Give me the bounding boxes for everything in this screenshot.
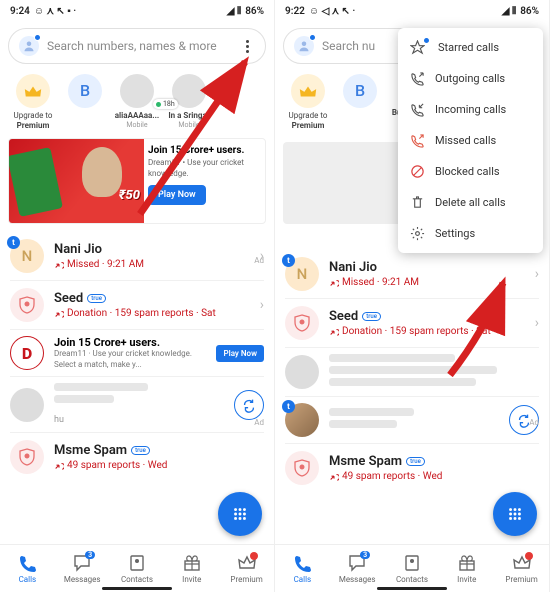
left-pane: 9:24☺ ⋏ ↖ ▪ · ◢ ⫴86% Search numbers, nam…: [0, 0, 275, 592]
profile-icon[interactable]: [19, 36, 39, 56]
chevron-right-icon: ›: [260, 248, 264, 264]
promo-image: ₹50: [9, 139, 144, 223]
missed-call-icon: [410, 133, 425, 148]
ad-label: Ad: [254, 418, 264, 427]
nav-invite[interactable]: Invite: [442, 554, 492, 584]
stories-row: Upgrade toPremium B 18haliaAAAaa...Mobil…: [0, 70, 274, 136]
menu-settings[interactable]: Settings: [398, 218, 543, 249]
clock: 9:24: [10, 6, 30, 17]
call-row[interactable]: Msme Spamtrue 49 spam reports · Wed: [0, 433, 274, 481]
dialpad-fab[interactable]: [218, 492, 262, 536]
avatar: t: [285, 403, 319, 437]
avatar: [10, 440, 44, 474]
nav-premium[interactable]: Premium: [222, 554, 272, 584]
incoming-call-icon: [410, 102, 425, 117]
call-row[interactable]: Nt Nani Jio Missed · 9:21 AM ›: [275, 250, 549, 298]
profile-icon[interactable]: [294, 36, 314, 56]
contact-name: Seed: [54, 291, 83, 306]
story-contact[interactable]: B: [335, 74, 385, 111]
search-placeholder: Search numbers, names & more: [47, 39, 231, 53]
contact-name: Nani Jio: [54, 242, 250, 257]
missed-call-icon: [54, 461, 64, 471]
ad-label: Ad: [529, 418, 539, 427]
menu-starred-calls[interactable]: Starred calls: [398, 32, 543, 63]
call-row[interactable]: Seedtrue Donation · 159 spam reports · S…: [275, 299, 549, 347]
nav-contacts[interactable]: Contacts: [387, 554, 437, 584]
inline-ad[interactable]: [275, 348, 549, 396]
call-row[interactable]: hu: [0, 377, 274, 432]
block-icon: [410, 164, 425, 179]
spam-shield-icon: [18, 296, 36, 314]
avatar: Nt: [285, 257, 319, 291]
missed-call-icon: [54, 309, 64, 319]
nav-messages[interactable]: 3Messages: [332, 554, 382, 584]
nav-calls[interactable]: Calls: [277, 554, 327, 584]
avatar: Nt: [10, 239, 44, 273]
call-row[interactable]: Nt Nani Jio Missed · 9:21 AM ›: [0, 232, 274, 280]
call-row[interactable]: Seedtrue Donation · 159 spam reports · S…: [0, 281, 274, 329]
nav-messages[interactable]: 3Messages: [57, 554, 107, 584]
truecaller-badge-icon: t: [7, 236, 20, 249]
dream11-icon: D: [10, 336, 44, 370]
avatar: [285, 355, 319, 389]
call-row[interactable]: t: [275, 397, 549, 443]
bottom-nav: Calls 3Messages Contacts Invite Premium: [275, 544, 549, 592]
menu-incoming-calls[interactable]: Incoming calls: [398, 94, 543, 125]
chevron-right-icon: ›: [260, 297, 264, 313]
story-contact[interactable]: B: [60, 74, 110, 111]
avatar: [10, 288, 44, 322]
battery: 86%: [245, 6, 264, 17]
overflow-menu-icon[interactable]: [239, 38, 255, 54]
clock: 9:22: [285, 6, 305, 17]
promo-title: Join 15 Crore+ users.: [148, 145, 261, 156]
home-indicator: [102, 587, 172, 590]
nav-premium[interactable]: Premium: [497, 554, 547, 584]
menu-blocked-calls[interactable]: Blocked calls: [398, 156, 543, 187]
menu-delete-all[interactable]: Delete all calls: [398, 187, 543, 218]
avatar: [285, 451, 319, 485]
menu-missed-calls[interactable]: Missed calls: [398, 125, 543, 156]
avatar: [285, 306, 319, 340]
nav-calls[interactable]: Calls: [2, 554, 52, 584]
gear-icon: [410, 226, 425, 241]
play-now-button[interactable]: Play Now: [216, 345, 264, 362]
missed-call-icon: [54, 260, 64, 270]
promo-desc: Dream11 • Use your cricket knowledge.: [148, 158, 261, 179]
status-bar: 9:24☺ ⋏ ↖ ▪ · ◢ ⫴86%: [0, 0, 274, 22]
outgoing-call-icon: [410, 71, 425, 86]
status-bar: 9:22☺ ◁ ⋏ ↖ · ◢ ⫴86%: [275, 0, 549, 22]
upgrade-premium[interactable]: Upgrade toPremium: [283, 74, 333, 130]
bottom-nav: Calls 3Messages Contacts Invite Premium: [0, 544, 274, 592]
story-contact[interactable]: 18haliaAAAaa...Mobile: [112, 74, 162, 129]
inline-ad[interactable]: D Join 15 Crore+ users.Dream11 · Use you…: [0, 330, 274, 376]
contact-name: Msme Spam: [54, 443, 127, 458]
search-bar[interactable]: Search numbers, names & more: [8, 28, 266, 64]
battery: 86%: [520, 6, 539, 17]
home-indicator: [377, 587, 447, 590]
spam-shield-icon: [18, 448, 36, 466]
call-row[interactable]: Msme Spamtrue 49 spam reports · Wed: [275, 444, 549, 492]
sync-icon[interactable]: [234, 390, 264, 420]
promo-banner[interactable]: ₹50 Join 15 Crore+ users. Dream11 • Use …: [8, 138, 266, 224]
avatar: [10, 388, 44, 422]
dialpad-fab[interactable]: [493, 492, 537, 536]
menu-outgoing-calls[interactable]: Outgoing calls: [398, 63, 543, 94]
overflow-menu: Starred calls Outgoing calls Incoming ca…: [398, 28, 543, 253]
trash-icon: [410, 195, 425, 210]
play-now-button[interactable]: Play Now: [148, 185, 206, 205]
upgrade-premium[interactable]: Upgrade toPremium: [8, 74, 58, 130]
right-pane: 9:22☺ ◁ ⋏ ↖ · ◢ ⫴86% Search nu Upgrade t…: [275, 0, 550, 592]
nav-invite[interactable]: Invite: [167, 554, 217, 584]
nav-contacts[interactable]: Contacts: [112, 554, 162, 584]
